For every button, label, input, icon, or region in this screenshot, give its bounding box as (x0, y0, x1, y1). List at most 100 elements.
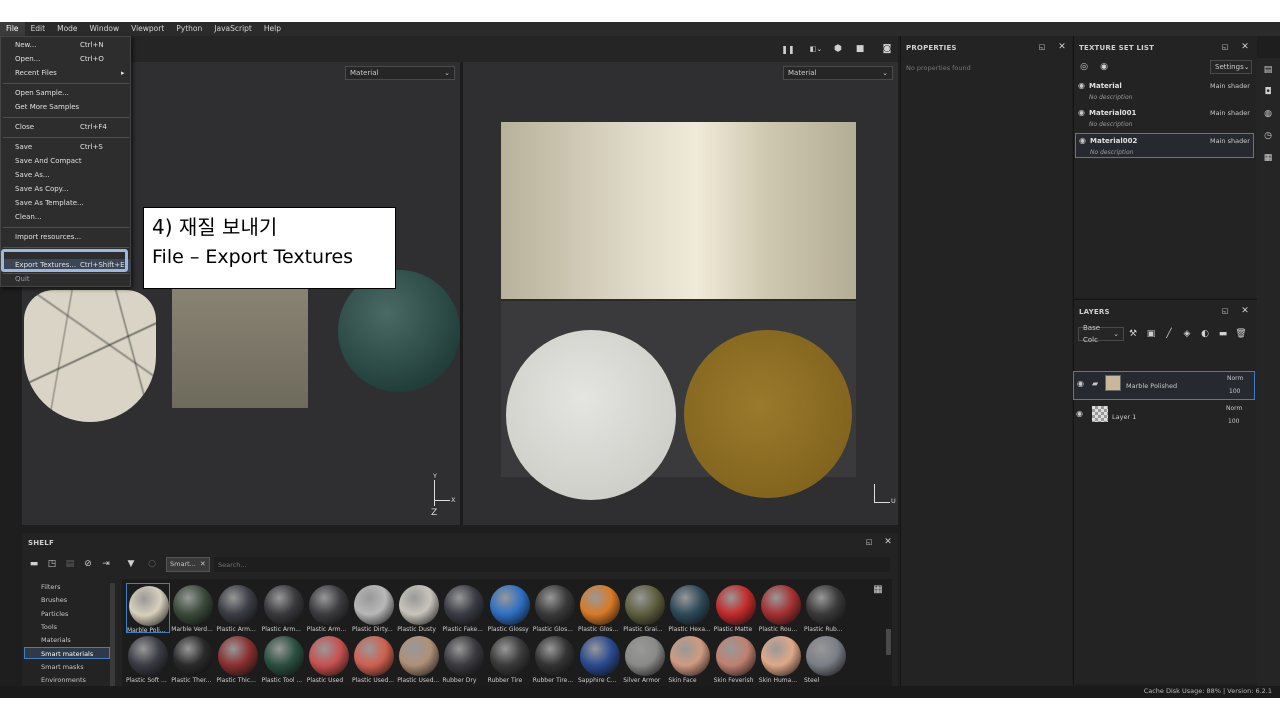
texture-set-shader[interactable]: Main shader (1210, 137, 1250, 145)
category-tools[interactable]: Tools (41, 623, 57, 631)
menu-item-save-as-copy[interactable]: Save As Copy... (1, 183, 131, 196)
menu-item-import-resources[interactable]: Import resources... (1, 231, 131, 244)
smart-material-item[interactable]: Plastic Dirty... (352, 583, 396, 633)
smart-material-item[interactable]: Plastic Arm... (307, 583, 351, 633)
smart-material-item[interactable]: Plastic Glos... (533, 583, 577, 633)
smart-material-item[interactable]: Plastic Used (307, 634, 351, 684)
smart-material-item[interactable]: Plastic Hexa... (668, 583, 712, 633)
close-icon[interactable]: ✕ (1240, 42, 1250, 52)
smart-material-item[interactable]: Plastic Ther... (171, 634, 215, 684)
float-panel-icon[interactable]: ◱ (1220, 42, 1230, 52)
menu-item-open-sample[interactable]: Open Sample... (1, 87, 131, 100)
eye-icon[interactable]: ◉ (1098, 62, 1110, 72)
menu-item-save-and-compact[interactable]: Save And Compact (1, 155, 131, 168)
smart-material-item[interactable]: Plastic Fake... (442, 583, 486, 633)
viewport-2d-channel-dropdown[interactable]: Material ⌄ (783, 66, 893, 80)
smart-material-icon[interactable]: ◐ (1199, 328, 1211, 340)
menu-python[interactable]: Python (170, 22, 208, 36)
eye-icon[interactable]: ◉ (1078, 81, 1085, 90)
smart-material-item[interactable]: Plastic Soft ... (126, 634, 170, 684)
layer-row[interactable]: ◉ Layer 1 Norm 100 (1073, 402, 1255, 431)
category-brushes[interactable]: Brushes (41, 596, 67, 604)
texture-set-settings-icon[interactable]: ▤ (1262, 64, 1274, 76)
smart-material-item[interactable]: Steel (804, 634, 848, 684)
menu-mode[interactable]: Mode (51, 22, 83, 36)
viewport-2d[interactable]: Material ⌄ U (463, 62, 898, 525)
menu-item-clean[interactable]: Clean... (1, 211, 131, 224)
close-icon[interactable]: ✕ (883, 537, 893, 547)
smart-material-item[interactable]: Silver Armor (623, 634, 667, 684)
smart-material-item[interactable]: Marble Verd... (171, 583, 215, 633)
menu-item-get-more-samples[interactable]: Get More Samples (1, 101, 131, 114)
layer-opacity[interactable]: 100 (1228, 418, 1239, 425)
folder-icon[interactable]: ▬ (28, 558, 40, 570)
texture-set-shader[interactable]: Main shader (1210, 82, 1250, 90)
smart-material-item[interactable]: Plastic Glossy (488, 583, 532, 633)
smart-material-item[interactable]: Plastic Matte (714, 583, 758, 633)
menu-item-save-as[interactable]: Save As... (1, 169, 131, 182)
smart-material-item[interactable]: Plastic Rub... (804, 583, 848, 633)
menu-item-quit[interactable]: Quit (1, 273, 131, 286)
menu-item-save-as-template[interactable]: Save As Template... (1, 197, 131, 210)
smart-material-item[interactable]: Plastic Grai... (623, 583, 667, 633)
eye-icon[interactable]: ◉ (1077, 379, 1084, 388)
hide-icon[interactable]: ⊘ (82, 558, 94, 570)
eye-icon[interactable]: ◉ (1079, 136, 1086, 145)
texture-set-item[interactable]: ◉ Material001 Main shader No description (1075, 106, 1254, 131)
shader-settings-icon[interactable]: ◍ (1262, 108, 1274, 120)
category-scrollbar[interactable] (110, 583, 115, 698)
menu-help[interactable]: Help (258, 22, 287, 36)
texture-set-settings-dropdown[interactable]: Settings ⌄ (1210, 60, 1252, 74)
new-folder-icon[interactable]: ◳ (46, 558, 58, 570)
menu-file[interactable]: File (0, 22, 25, 36)
log-icon[interactable]: ▦ (1262, 152, 1274, 164)
menu-javascript[interactable]: JavaScript (208, 22, 258, 36)
grid-view-icon[interactable]: ▦ (872, 583, 884, 595)
smart-material-item[interactable]: Plastic Used... (397, 634, 441, 684)
category-smart-masks[interactable]: Smart masks (41, 663, 84, 671)
layer-blend-mode[interactable]: Norm (1227, 375, 1243, 382)
menu-edit[interactable]: Edit (25, 22, 52, 36)
category-filters[interactable]: Filters (41, 583, 60, 591)
view-mode-icon[interactable]: ◧⌄ (808, 43, 824, 55)
smart-material-item[interactable]: Plastic Glos... (578, 583, 622, 633)
smart-material-item[interactable]: Sapphire C... (578, 634, 622, 684)
category-smart-materials[interactable]: Smart materials (41, 650, 93, 658)
smart-material-item[interactable]: Plastic Thic... (216, 634, 260, 684)
menu-window[interactable]: Window (84, 22, 126, 36)
category-environments[interactable]: Environments (41, 676, 86, 684)
layer-name[interactable]: Marble Polished (1126, 382, 1177, 390)
smart-material-item[interactable]: Plastic Arm... (262, 583, 306, 633)
import-icon[interactable]: ⇥ (100, 558, 112, 570)
close-icon[interactable]: ✕ (1057, 42, 1067, 52)
eye-icon[interactable]: ◉ (1078, 108, 1085, 117)
add-paint-layer-icon[interactable]: ╱ (1163, 328, 1175, 340)
shelf-search-input[interactable] (214, 557, 890, 572)
smart-material-item[interactable]: Skin Feverish (714, 634, 758, 684)
close-icon[interactable]: ✕ (200, 560, 206, 568)
smart-material-item[interactable]: Skin Face (668, 634, 712, 684)
add-fill-layer-icon[interactable]: ◈ (1181, 328, 1193, 340)
database-icon[interactable]: ▤ (64, 558, 76, 570)
float-panel-icon[interactable]: ◱ (864, 537, 874, 547)
float-panel-icon[interactable]: ◱ (1220, 306, 1230, 316)
pause-icon[interactable]: ❚❚ (781, 43, 794, 55)
filter-tag[interactable]: Smart... ✕ (166, 557, 210, 572)
smart-material-item[interactable]: Plastic Arm... (216, 583, 260, 633)
delete-layer-icon[interactable]: 🗑 (1235, 328, 1247, 340)
viewport-3d-channel-dropdown[interactable]: Material ⌄ (345, 66, 455, 80)
smart-material-item[interactable]: Plastic Dusty (397, 583, 441, 633)
eye-icon[interactable]: ◉ (1076, 409, 1083, 418)
layer-row-selected[interactable]: ◉ ▰ Marble Polished Norm 100 (1073, 371, 1255, 400)
texture-set-item[interactable]: ◉ Material Main shader No description (1075, 79, 1254, 104)
smart-material-item[interactable]: Skin Huma... (759, 634, 803, 684)
menu-item-close[interactable]: Close Ctrl+F4 (1, 121, 131, 134)
add-effect-icon[interactable]: ⚒ (1127, 328, 1139, 340)
layer-name[interactable]: Layer 1 (1112, 413, 1136, 421)
search-mode-icon[interactable]: ○ (146, 558, 158, 570)
add-folder-icon[interactable]: ▬ (1217, 328, 1229, 340)
category-particles[interactable]: Particles (41, 610, 68, 618)
channel-dropdown[interactable]: Base Colc ⌄ (1078, 324, 1124, 344)
menu-item-open[interactable]: Open... Ctrl+O (1, 53, 131, 66)
filter-icon[interactable]: ▼ (125, 558, 137, 570)
